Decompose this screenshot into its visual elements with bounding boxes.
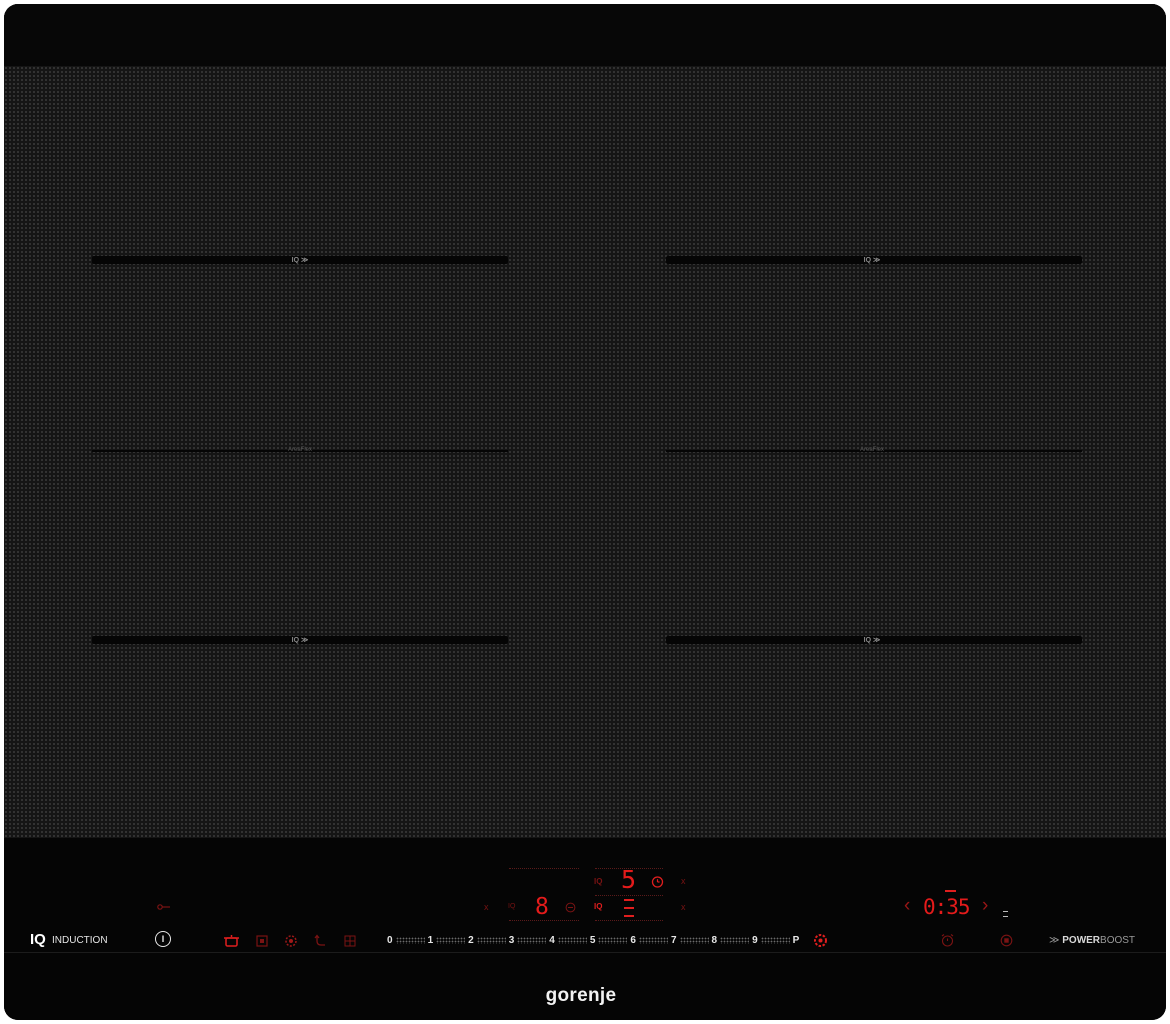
- grid-icon[interactable]: [344, 935, 356, 947]
- zone-label-right-1: IQ ≫: [863, 257, 881, 264]
- zone-label-left-3: IQ ≫: [291, 637, 309, 644]
- scale-1[interactable]: 1: [425, 935, 437, 946]
- scale-7[interactable]: 7: [668, 935, 680, 946]
- lock-gear-icon[interactable]: [813, 933, 828, 948]
- scale-gap: [760, 936, 790, 944]
- powerboost-label-bold: POWER: [1062, 935, 1101, 946]
- scale-9[interactable]: 9: [749, 935, 761, 946]
- scale-p[interactable]: P: [790, 935, 803, 946]
- power-icon: I: [161, 934, 165, 944]
- display-guide-top-left: [509, 868, 579, 869]
- return-arrow-icon[interactable]: [314, 934, 327, 947]
- scale-gap: [679, 936, 709, 944]
- top-trim: [4, 4, 1166, 66]
- scale-4[interactable]: 4: [546, 935, 558, 946]
- close-mark-top-right[interactable]: x: [681, 876, 686, 886]
- scale-3[interactable]: 3: [506, 935, 518, 946]
- close-mark-bottom-right[interactable]: x: [681, 902, 686, 912]
- display-guide-mid: [595, 895, 663, 896]
- alarm-icon[interactable]: [941, 934, 954, 947]
- scale-gap: [436, 936, 466, 944]
- iq-indicator-small[interactable]: IQ: [508, 903, 515, 910]
- scale-8[interactable]: 8: [709, 935, 721, 946]
- cooking-surface: IQ ≫ IQ ≫ AreaFlex AreaFlex IQ ≫ IQ ≫: [4, 66, 1166, 838]
- scale-6[interactable]: 6: [627, 935, 639, 946]
- timer-unit-mark: [1003, 911, 1008, 917]
- panel-divider: [4, 952, 1166, 953]
- timer-display: 0:35: [923, 895, 971, 919]
- powerboost-label-rest: BOOST: [1100, 935, 1136, 946]
- scale-gap: [720, 936, 750, 944]
- display-guide-bottom-left: [509, 920, 579, 921]
- zone-label-left-1: IQ ≫: [291, 257, 309, 264]
- close-mark-bottom-left[interactable]: x: [484, 902, 489, 912]
- induction-label: INDUCTION: [52, 935, 108, 946]
- scale-gap: [517, 936, 547, 944]
- iq-logo: IQ: [30, 931, 46, 948]
- clock-icon[interactable]: [651, 875, 664, 888]
- display-guide-bottom-right: [595, 920, 663, 921]
- timer-dash-icon: [945, 890, 956, 892]
- scale-gap: [557, 936, 587, 944]
- powerboost-button[interactable]: ≫ POWERBOOST: [1049, 935, 1135, 947]
- scale-0[interactable]: 0: [384, 935, 396, 946]
- iq-indicator-top[interactable]: IQ: [594, 877, 602, 886]
- gear-fan-icon[interactable]: [284, 934, 298, 948]
- pot-icon[interactable]: [224, 934, 239, 947]
- induction-hob: IQ ≫ IQ ≫ AreaFlex AreaFlex IQ ≫ IQ ≫: [4, 4, 1166, 1020]
- bottom-zone-level-display: 8: [535, 894, 549, 920]
- key-icon[interactable]: [157, 903, 171, 911]
- iq-indicator-bottom[interactable]: IQ: [594, 902, 602, 911]
- scale-gap: [476, 936, 506, 944]
- square-icon[interactable]: [256, 935, 268, 947]
- stop-icon[interactable]: [1000, 934, 1013, 947]
- powerboost-arrows-icon: ≫: [1049, 935, 1060, 946]
- scale-5[interactable]: 5: [587, 935, 599, 946]
- scale-gap: [598, 936, 628, 944]
- minus-circle-icon[interactable]: [565, 902, 576, 913]
- timer-next-arrow[interactable]: ›: [982, 895, 988, 917]
- scale-2[interactable]: 2: [465, 935, 477, 946]
- timer-prev-arrow[interactable]: ‹: [904, 895, 910, 917]
- brand-logo: gorenje: [545, 985, 617, 1006]
- level-bars-icon: [624, 899, 634, 917]
- power-level-slider[interactable]: 0 1 2 3 4 5 6 7 8 9 P: [384, 932, 802, 948]
- scale-gap: [638, 936, 668, 944]
- zone-label-right-3: IQ ≫: [863, 637, 881, 644]
- zone-label-left-2: AreaFlex: [287, 447, 313, 453]
- scale-gap: [395, 936, 425, 944]
- power-button[interactable]: I: [155, 931, 171, 947]
- zone-label-right-2: AreaFlex: [859, 447, 885, 453]
- top-zone-level-display: 5: [621, 865, 637, 894]
